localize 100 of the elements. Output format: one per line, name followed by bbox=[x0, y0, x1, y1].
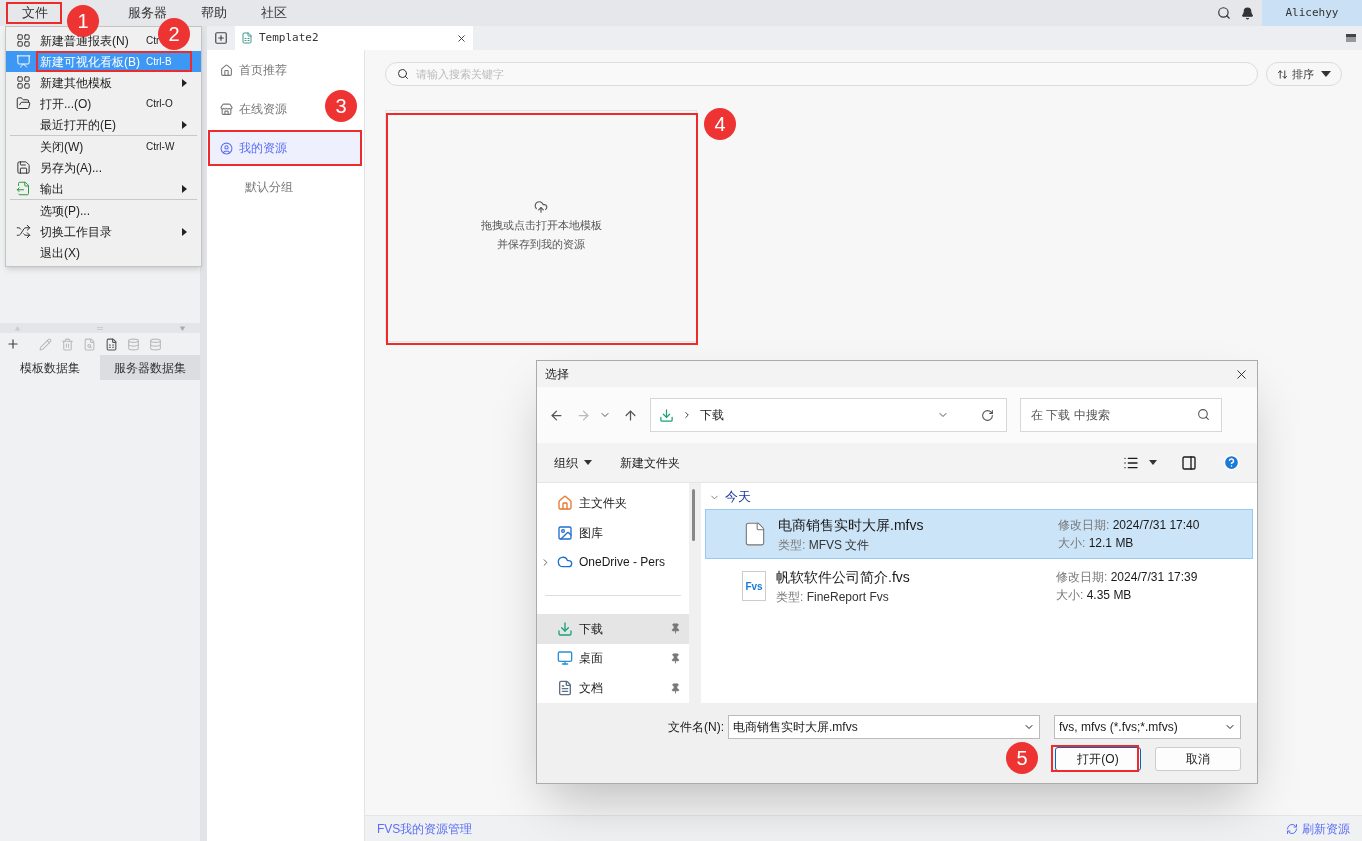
nav-item[interactable]: 下载 bbox=[537, 613, 689, 644]
menu-title[interactable]: 帮助 bbox=[193, 3, 235, 23]
grid-icon bbox=[16, 33, 31, 48]
sort-icon bbox=[1277, 68, 1288, 80]
submenu-arrow-icon bbox=[182, 184, 187, 193]
caret-icon bbox=[1321, 71, 1331, 77]
trash-icon[interactable] bbox=[61, 337, 74, 351]
menu-item[interactable]: 选项(P)... bbox=[6, 200, 148, 221]
resource-nav-item[interactable]: 首页推荐 bbox=[210, 54, 291, 86]
monitor-icon bbox=[557, 650, 573, 667]
file-row[interactable]: Fvs 帆软软件公司简介.fvs 类型: FineReport Fvs 修改日期: 2024/7/31 17:39 大小: 4.35 MB bbox=[705, 561, 1253, 611]
resource-nav-item[interactable]: 默认分组 bbox=[207, 171, 364, 203]
file-date: 修改日期: 2024/7/31 17:40 bbox=[1058, 517, 1200, 534]
store-icon bbox=[220, 102, 233, 116]
manage-link[interactable]: FVS我的资源管理 bbox=[377, 819, 473, 838]
field-label: 文件名(N): bbox=[668, 719, 724, 736]
database-icon[interactable] bbox=[127, 337, 140, 351]
grid-icon bbox=[16, 75, 31, 90]
house-icon bbox=[557, 494, 573, 511]
menu-title[interactable]: 文件 bbox=[14, 3, 56, 23]
menu-item[interactable]: 最近打开的(E) bbox=[6, 114, 189, 135]
new-tab-icon[interactable] bbox=[214, 31, 228, 45]
editor-tab[interactable]: Template2 bbox=[235, 26, 473, 50]
panel-tab[interactable]: 服务器数据集 bbox=[100, 355, 200, 380]
add-icon[interactable] bbox=[6, 337, 20, 351]
house-icon bbox=[220, 63, 233, 77]
upload-hint: 并保存到我的资源 bbox=[497, 237, 585, 252]
resource-nav-item[interactable]: 我的资源 bbox=[210, 132, 361, 164]
user-icon bbox=[220, 141, 233, 155]
refresh-icon bbox=[1286, 822, 1298, 835]
search-field[interactable]: 在 下载 中搜索 bbox=[1020, 398, 1222, 432]
help-icon[interactable] bbox=[1223, 454, 1240, 471]
organize-button[interactable]: 组织 bbox=[554, 453, 592, 472]
filter-dropdown[interactable]: fvs, mfvs (*.fvs;*.mfvs) bbox=[1054, 715, 1241, 739]
pin-icon bbox=[670, 623, 681, 635]
chevron-right-icon bbox=[682, 410, 692, 420]
refresh-button[interactable]: 刷新资源 bbox=[1286, 819, 1350, 838]
window-title: 选择 bbox=[545, 366, 569, 383]
dialog-button[interactable]: 取消 bbox=[1155, 747, 1241, 771]
file-date: 修改日期: 2024/7/31 17:39 bbox=[1056, 569, 1198, 586]
upload-card[interactable]: 拖拽或点击打开本地模板 并保存到我的资源 bbox=[385, 110, 697, 342]
menu-item[interactable]: 切换工作目录 bbox=[6, 221, 189, 242]
new-folder-button[interactable]: 新建文件夹 bbox=[620, 453, 680, 472]
close-icon[interactable] bbox=[456, 32, 467, 44]
scrollbar-thumb[interactable] bbox=[692, 489, 695, 541]
menu-item[interactable]: 输出 bbox=[6, 178, 189, 199]
highlight-frame bbox=[6, 2, 62, 24]
floppy-icon bbox=[16, 160, 31, 175]
file-name: 帆软软件公司简介.fvs bbox=[776, 567, 911, 587]
pencil-icon[interactable] bbox=[39, 337, 52, 351]
up-icon[interactable] bbox=[623, 407, 638, 423]
search-icon bbox=[1197, 408, 1210, 421]
nav-item[interactable]: 主文件夹 bbox=[537, 488, 689, 518]
file-row[interactable]: 电商销售实时大屏.mfvs 类型: MFVS 文件 修改日期: 2024/7/31 17:40 大小: 12.1 MB bbox=[705, 509, 1253, 559]
export-icon bbox=[16, 181, 31, 196]
menu-item[interactable]: 打开...(O) Ctrl-O bbox=[6, 93, 175, 114]
pin-icon bbox=[670, 682, 681, 694]
pin-icon bbox=[670, 652, 681, 664]
file-size: 大小: 4.35 MB bbox=[1056, 587, 1133, 604]
menu-item[interactable]: 退出(X) bbox=[6, 242, 148, 263]
forward-icon[interactable] bbox=[576, 407, 591, 423]
menu-item[interactable]: 新建其他模板 bbox=[6, 72, 189, 93]
file-search-icon[interactable] bbox=[83, 337, 96, 351]
file-size: 大小: 12.1 MB bbox=[1058, 535, 1135, 552]
template-icon bbox=[241, 32, 253, 44]
submenu-arrow-icon bbox=[182, 120, 187, 129]
download-icon bbox=[659, 407, 674, 423]
file-type: 类型: FineReport Fvs bbox=[776, 588, 890, 606]
file-icon: Fvs bbox=[742, 571, 766, 601]
cloud-upload-icon bbox=[534, 199, 548, 214]
search-icon bbox=[397, 68, 409, 80]
menu-item[interactable]: 关闭(W) Ctrl-W bbox=[6, 136, 177, 157]
group-header[interactable]: 今天 bbox=[705, 487, 1253, 507]
shuffle-icon bbox=[16, 224, 31, 239]
back-icon[interactable] bbox=[549, 407, 564, 423]
caret-icon[interactable] bbox=[1149, 460, 1157, 465]
refresh-icon[interactable] bbox=[981, 408, 994, 422]
resource-nav-item[interactable]: 在线资源 bbox=[210, 93, 291, 125]
folder-icon bbox=[16, 96, 31, 111]
preview-pane-icon[interactable] bbox=[1181, 454, 1197, 471]
download-icon bbox=[557, 620, 573, 637]
nav-item[interactable]: 桌面 bbox=[537, 643, 689, 674]
menu-item[interactable]: 另存为(A)... bbox=[6, 157, 148, 178]
image-icon bbox=[557, 524, 573, 541]
address-bar[interactable]: 下载 bbox=[650, 398, 1007, 432]
search-icon[interactable] bbox=[1217, 6, 1231, 20]
file-type: 类型: MFVS 文件 bbox=[778, 536, 871, 554]
database-icon[interactable] bbox=[149, 337, 162, 351]
nav-item[interactable]: 文档 bbox=[537, 673, 689, 703]
document-icon bbox=[557, 680, 573, 697]
nav-item[interactable]: 图库 bbox=[537, 517, 689, 548]
dialog-button[interactable]: 打开(O) bbox=[1055, 747, 1141, 771]
bell-icon[interactable] bbox=[1241, 6, 1254, 20]
nav-item[interactable]: OneDrive - Pers bbox=[537, 547, 689, 577]
sheet-icon[interactable] bbox=[105, 337, 118, 351]
file-name: 电商销售实时大屏.mfvs bbox=[778, 515, 925, 535]
menu-title[interactable]: 社区 bbox=[253, 3, 295, 23]
filename-field[interactable]: 电商销售实时大屏.mfvs bbox=[728, 715, 1040, 739]
collapse-down-icon[interactable] bbox=[179, 325, 186, 331]
user-name[interactable]: Alicehyy bbox=[1262, 0, 1362, 26]
